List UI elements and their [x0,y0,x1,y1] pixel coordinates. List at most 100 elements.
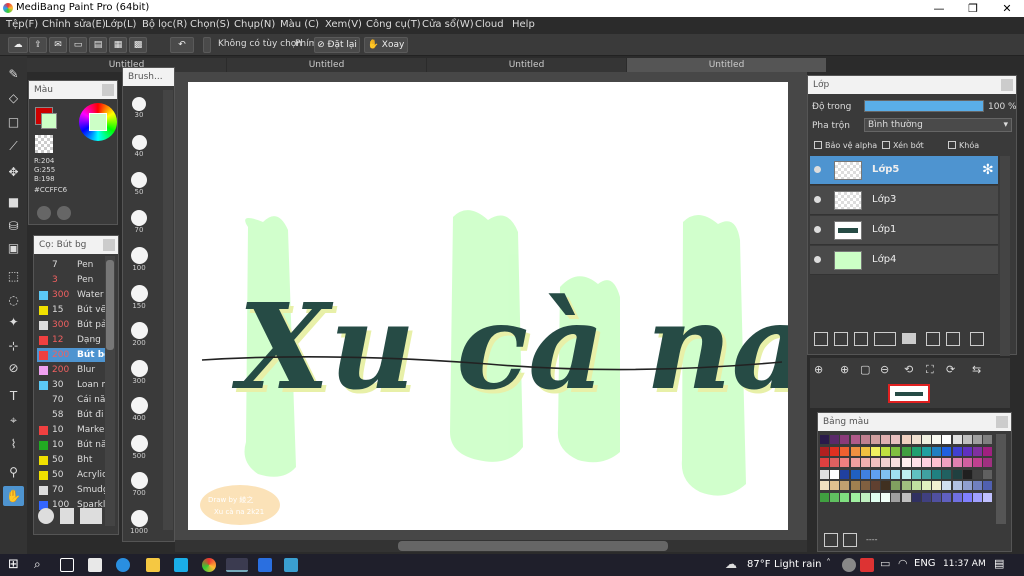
palette-swatch[interactable] [840,492,850,502]
palette-swatch[interactable] [911,458,921,467]
operation-tool-icon[interactable]: ⌖ [3,410,24,430]
palette-swatch[interactable] [932,446,942,456]
palette-swatch[interactable] [922,492,931,502]
tray-v-icon[interactable] [860,558,874,572]
palette-swatch[interactable] [901,435,911,444]
palette-swatch[interactable] [911,435,921,444]
menu-select[interactable]: Chọn(S) [190,19,230,30]
palette-swatch[interactable] [962,481,972,490]
palette-swatch[interactable] [820,458,829,467]
brush-list-item[interactable]: 50 Bht [37,453,105,467]
gear-icon[interactable]: ✻ [982,162,994,178]
transparent-swatch[interactable] [35,135,53,153]
palette-swatch[interactable] [952,435,962,444]
menu-layer[interactable]: Lớp(L) [105,19,136,30]
palette-swatch[interactable] [962,446,972,456]
brush-size-option[interactable]: 50 [125,172,153,196]
palette-swatch[interactable] [881,435,891,444]
palette-swatch[interactable] [911,481,921,490]
delete-swatch-icon[interactable] [843,533,857,547]
palette-swatch[interactable] [932,435,942,444]
rectangle-tool-icon[interactable]: □ [3,112,24,132]
palette-swatch[interactable] [942,458,952,467]
opacity-slider[interactable] [864,100,984,112]
layer-add-menu-icon[interactable] [874,332,896,346]
palette-swatch[interactable] [952,481,962,490]
palette-swatch[interactable] [983,492,993,502]
layer-row-lop3[interactable]: Lớp3 [810,186,998,215]
protect-alpha-checkbox[interactable]: Bảo vệ alpha [814,139,878,153]
drawing-canvas[interactable]: Xu cà na Xu cà na Draw by 綾之 Xu cà na 2k… [188,82,812,530]
zoom-in-icon[interactable]: ⊕ [840,363,849,376]
palette-swatch[interactable] [820,469,829,479]
palette-swatch[interactable] [911,446,921,456]
palette-swatch[interactable] [850,446,860,456]
visibility-eye-icon[interactable] [814,226,821,233]
store-icon[interactable] [88,558,102,572]
palette-swatch[interactable] [942,469,952,479]
palette-swatch[interactable] [952,492,962,502]
palette-swatch[interactable] [962,435,972,444]
photos-icon[interactable] [284,558,298,572]
palette-swatch[interactable] [922,435,931,444]
layer-scrollbar[interactable] [1000,156,1010,356]
fill-rect-tool-icon[interactable]: ■ [3,192,24,212]
search-icon[interactable]: ⌕ [34,557,41,572]
color-square[interactable] [89,113,107,131]
palette-swatch[interactable] [830,481,840,490]
select-tool-icon[interactable]: ⬚ [3,266,24,286]
brush-list-item[interactable]: 300 Water [37,288,105,302]
wifi-icon[interactable]: ◠ [898,557,908,570]
palette-swatch[interactable] [891,492,901,502]
layer-row-lop5[interactable]: Lớp5 ✻ [810,156,998,185]
brush-size-option[interactable]: 150 [125,284,153,310]
brush-size-option[interactable]: 200 [125,322,153,347]
close-button[interactable]: ✕ [990,0,1024,17]
palette-swatch[interactable] [871,481,880,490]
background-color-swatch[interactable] [41,113,57,129]
palette-swatch[interactable] [881,469,891,479]
weather-temperature[interactable]: 87°F [747,559,770,570]
palette-swatch[interactable] [850,481,860,490]
palette-swatch[interactable] [891,481,901,490]
palette-swatch[interactable] [983,469,993,479]
tiles-icon[interactable]: ▩ [129,37,147,53]
palette-swatch[interactable] [922,446,931,456]
rotate-left-icon[interactable]: ⟲ [904,363,913,376]
blend-mode-select[interactable]: Bình thường ▾ [864,118,1012,132]
line-tool-icon[interactable]: ⟋ [3,136,24,156]
tray-app-icon[interactable] [842,558,856,572]
brush-size-option[interactable]: 400 [125,397,153,422]
flip-icon[interactable]: ⇆ [972,363,981,376]
palette-swatch[interactable] [881,446,891,456]
brush-list-item[interactable]: 10 Marke [37,423,105,437]
palette-swatch[interactable] [922,458,931,467]
lock-checkbox[interactable]: Khóa [948,139,998,153]
palette-swatch[interactable] [962,469,972,479]
palette-swatch[interactable] [952,458,962,467]
palette-swatch[interactable] [881,481,891,490]
palette-swatch[interactable] [860,469,870,479]
palette-swatch[interactable] [983,435,993,444]
brush-size-option[interactable]: 70 [125,209,153,234]
palette-swatch[interactable] [911,469,921,479]
duplicate-layer-icon[interactable] [926,332,940,346]
brush-list-item[interactable]: 200 Bút bg [37,348,105,362]
palette-swatch[interactable] [962,492,972,502]
palette-add-icon[interactable] [57,206,71,220]
palette-swatch[interactable] [820,446,829,456]
grid-icon[interactable]: ▦ [109,37,127,53]
page-icon[interactable]: ▭ [69,37,87,53]
palette-swatch[interactable] [830,458,840,467]
tab-untitled-2[interactable]: Untitled [227,58,426,72]
palette-swatch[interactable] [860,446,870,456]
tab-untitled-3[interactable]: Untitled [427,58,626,72]
palette-swatch[interactable] [840,435,850,444]
palette-swatch[interactable] [871,435,880,444]
merge-layer-icon[interactable] [946,332,960,346]
brush-cloud-icon[interactable] [38,508,54,524]
notification-icon[interactable]: ▤ [994,557,1004,570]
gradient-tool-icon[interactable]: ▣ [3,238,24,258]
minimize-button[interactable]: — [922,0,956,17]
select-pen-tool-icon[interactable]: ⊹ [3,336,24,356]
